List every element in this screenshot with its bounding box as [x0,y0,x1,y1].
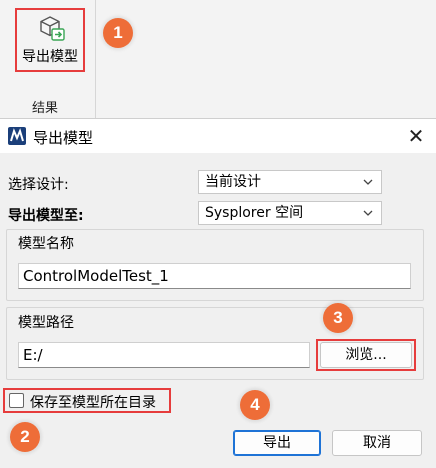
model-path-group-title: 模型路径 [18,315,74,331]
model-path-input[interactable]: E:/ [18,342,310,368]
select-design-label: 选择设计: [8,177,69,193]
save-to-dir-checkbox[interactable] [9,393,24,408]
model-name-input[interactable]: ControlModelTest_1 [18,263,411,289]
ribbon: 导出模型 结果 [0,0,436,118]
export-to-dropdown[interactable]: Sysplorer 空间 [198,201,382,225]
select-design-value: 当前设计 [205,174,261,190]
app-logo-icon [8,127,26,145]
export-model-dialog: 导出模型 ✕ 选择设计: 当前设计 导出模型至: Sysplorer 空间 模型… [0,118,436,468]
dialog-titlebar: 导出模型 ✕ [0,119,436,153]
cancel-button[interactable]: 取消 [332,430,422,456]
ribbon-group-label: 结果 [32,101,59,116]
step-badge-2: 2 [10,422,40,452]
close-icon[interactable]: ✕ [396,119,436,153]
step-badge-3: 3 [323,303,353,333]
dialog-title: 导出模型 [33,129,94,147]
ribbon-separator [95,0,96,118]
step-badge-4: 4 [240,390,270,420]
screen: 导出模型 结果 1 导出模型 ✕ 选择设计: 当前设计 导出模型至: Syspl… [0,0,436,468]
browse-button[interactable]: 浏览... [320,342,412,368]
export-model-icon [40,16,65,41]
select-design-dropdown[interactable]: 当前设计 [198,170,382,194]
model-name-group-title: 模型名称 [18,236,74,252]
chevron-down-icon [363,210,373,216]
save-to-dir-label: 保存至模型所在目录 [30,395,156,411]
chevron-down-icon [363,179,373,185]
export-to-value: Sysplorer 空间 [205,205,304,221]
export-model-ribbon-label: 导出模型 [22,49,78,65]
export-model-ribbon-button[interactable]: 导出模型 [15,8,85,72]
export-button[interactable]: 导出 [233,430,321,456]
step-badge-1: 1 [103,18,133,48]
export-to-label: 导出模型至: [8,208,84,224]
